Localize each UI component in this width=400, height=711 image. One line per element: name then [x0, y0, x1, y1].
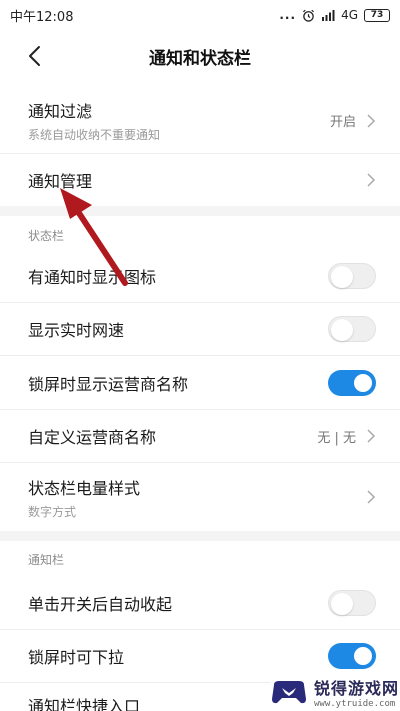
custom-carrier-title: 自定义运营商名称 [28, 428, 157, 447]
show-icon-row: 有通知时显示图标 [0, 250, 400, 303]
back-button[interactable] [20, 42, 48, 70]
notification-manage-title: 通知管理 [28, 172, 93, 191]
network-type: 4G [341, 8, 358, 22]
status-time: 中午12:08 [10, 9, 74, 25]
notification-filter-row[interactable]: 通知过滤 系统自动收纳不重要通知 开启 [0, 88, 400, 154]
section-divider [0, 531, 400, 541]
custom-carrier-value: 无 | 无 [317, 430, 356, 446]
notification-filter-title: 通知过滤 [28, 102, 93, 121]
auto-collapse-toggle[interactable] [328, 589, 376, 616]
status-icons: ... 4G 73 [279, 8, 390, 22]
status-section-header: 状态栏 [28, 229, 65, 243]
site-watermark: 锐得游戏网 www.ytruide.com [270, 672, 400, 711]
show-icon-toggle[interactable] [328, 263, 376, 289]
chevron-right-icon [367, 490, 376, 504]
more-dots-icon: ... [279, 8, 297, 22]
back-arrow-icon [29, 46, 40, 66]
lock-pulldown-title: 锁屏时可下拉 [28, 648, 125, 667]
title-bar: 通知和状态栏 [0, 30, 400, 82]
watermark-url: www.ytruide.com [314, 698, 396, 709]
carrier-lock-title: 锁屏时显示运营商名称 [28, 374, 189, 394]
carrier-lock-toggle[interactable] [328, 369, 376, 396]
battery-level: 73 [370, 10, 384, 20]
net-speed-row: 显示实时网速 [0, 303, 400, 356]
alarm-icon [303, 9, 315, 22]
battery-style-subtitle: 数字方式 [28, 504, 77, 519]
gamepad-logo-icon [272, 680, 306, 703]
net-speed-toggle[interactable] [328, 316, 376, 342]
watermark-name: 锐得游戏网 [314, 678, 400, 698]
auto-collapse-title: 单击开关后自动收起 [28, 594, 173, 614]
auto-collapse-row: 单击开关后自动收起 [0, 576, 400, 630]
chevron-right-icon [367, 113, 376, 128]
battery-icon: 73 [364, 8, 390, 22]
chevron-right-icon [367, 173, 376, 187]
custom-carrier-row[interactable]: 自定义运营商名称 无 | 无 [0, 410, 400, 463]
notification-filter-subtitle: 系统自动收纳不重要通知 [28, 128, 161, 142]
notification-manage-row[interactable]: 通知管理 [0, 154, 400, 206]
chevron-right-icon [367, 429, 376, 443]
page-title: 通知和状态栏 [149, 48, 251, 69]
notif-section-header: 通知栏 [28, 553, 65, 567]
section-divider [0, 206, 400, 216]
quick-entry-title: 通知栏快捷入口 [28, 697, 141, 711]
lock-pulldown-toggle[interactable] [328, 643, 376, 669]
net-speed-title: 显示实时网速 [28, 321, 125, 340]
status-bar: 中午12:08 ... 4G 73 [0, 0, 400, 30]
carrier-lock-row: 锁屏时显示运营商名称 [0, 356, 400, 410]
battery-style-title: 状态栏电量样式 [28, 478, 141, 498]
signal-icon [322, 10, 335, 21]
notification-filter-value: 开启 [329, 115, 356, 130]
show-icon-title: 有通知时显示图标 [28, 268, 157, 287]
battery-style-row[interactable]: 状态栏电量样式 数字方式 [0, 463, 400, 531]
